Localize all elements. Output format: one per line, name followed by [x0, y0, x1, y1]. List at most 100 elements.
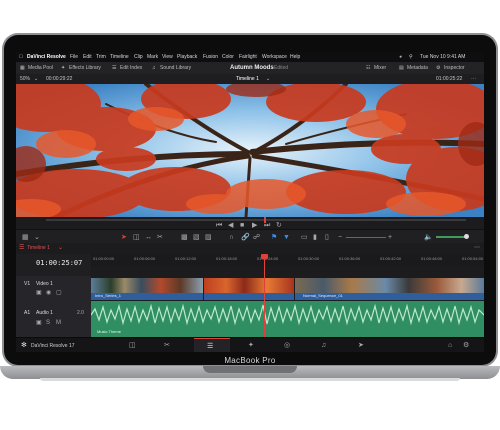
media-pool-button[interactable]: Media Pool — [28, 62, 53, 74]
sound-library-button[interactable]: Sound Library — [160, 62, 191, 74]
lock-icon[interactable]: ▣ — [36, 290, 42, 297]
lock-icon[interactable]: ▣ — [36, 320, 42, 327]
viewer-timeline-name[interactable]: Timeline 1 — [236, 74, 259, 84]
zoom-in-icon[interactable]: + — [388, 234, 392, 241]
blade-tool-icon[interactable]: ✂ — [157, 234, 163, 241]
eye-icon[interactable]: ◉ — [46, 290, 51, 297]
menu-help[interactable]: Help — [290, 52, 300, 62]
zoom-full-icon[interactable]: ▭ — [301, 234, 308, 241]
home-icon[interactable]: ⌂ — [448, 342, 452, 349]
cut-page-icon[interactable]: ✂ — [164, 342, 170, 349]
volume-slider[interactable] — [436, 236, 466, 238]
metadata-button[interactable]: Metadata — [407, 62, 428, 74]
flag-icon[interactable]: ⚑ — [271, 234, 277, 241]
effects-library-icon[interactable]: ✦ — [61, 62, 65, 74]
inspector-button[interactable]: Inspector — [444, 62, 465, 74]
menu-mark[interactable]: Mark — [147, 52, 158, 62]
video-track-name[interactable]: Video 1 — [36, 281, 53, 287]
volume-knob[interactable] — [464, 234, 469, 239]
edit-index-button[interactable]: Edit Index — [120, 62, 142, 74]
fairlight-page-icon[interactable]: ♫ — [321, 342, 326, 349]
metadata-icon[interactable]: ▤ — [399, 62, 404, 74]
solo-icon[interactable]: S — [46, 320, 50, 327]
edit-index-icon[interactable]: ☰ — [112, 62, 116, 74]
skip-forward-icon[interactable]: ⏭ — [264, 222, 270, 229]
stop-icon[interactable]: ■ — [240, 222, 244, 229]
deliver-page-icon[interactable]: ➤ — [358, 342, 364, 349]
zoom-out-icon[interactable]: − — [338, 234, 342, 241]
overwrite-clip-icon[interactable]: ▧ — [193, 234, 200, 241]
position-lock-icon[interactable]: ☍ — [253, 234, 260, 241]
zoom-slider[interactable] — [346, 237, 386, 238]
inspector-icon[interactable]: ⚙ — [436, 62, 440, 74]
zoom-detail-icon[interactable]: ▮ — [313, 234, 317, 241]
timecode-panel: 01:00:25:07 — [16, 254, 91, 276]
menu-timeline[interactable]: Timeline — [110, 52, 129, 62]
mixer-button[interactable]: Mixer — [374, 62, 386, 74]
color-page-icon[interactable]: ◎ — [284, 342, 290, 349]
menu-view[interactable]: View — [162, 52, 173, 62]
dynamic-trim-icon[interactable]: ↔ — [145, 234, 152, 241]
mixer-icon[interactable]: ☷ — [366, 62, 370, 74]
selection-tool-icon[interactable]: ➤ — [121, 234, 127, 241]
sound-library-icon[interactable]: ♫ — [152, 62, 156, 74]
search-icon[interactable]: ⚲ — [409, 52, 413, 62]
trim-tool-icon[interactable]: ◫ — [133, 234, 140, 241]
auto-select-icon[interactable]: ▢ — [56, 290, 62, 297]
project-title: Autumn Moods — [230, 65, 274, 71]
layout-icon[interactable]: ▦ — [22, 234, 29, 241]
media-pool-icon[interactable]: ▦ — [20, 62, 25, 74]
playhead-handle[interactable] — [261, 254, 268, 259]
menubar-clock[interactable]: Tue Nov 10 9:41 AM — [420, 52, 465, 62]
timeline-timecode[interactable]: 01:00:25:07 — [36, 259, 82, 267]
effects-library-button[interactable]: Effects Library — [69, 62, 101, 74]
menu-workspace[interactable]: Workspace — [262, 52, 287, 62]
more-options-icon[interactable]: ⋯ — [474, 245, 480, 252]
menu-fusion[interactable]: Fusion — [203, 52, 218, 62]
audio-clip[interactable]: Music Theme — [91, 301, 484, 337]
snapping-icon[interactable]: ∩ — [229, 234, 234, 241]
video-clip[interactable] — [204, 278, 294, 300]
menu-trim[interactable]: Trim — [96, 52, 106, 62]
menu-file[interactable]: File — [70, 52, 78, 62]
apple-icon[interactable]:  — [19, 52, 23, 62]
play-reverse-icon[interactable]: ◀ — [228, 222, 233, 229]
timeline-list-icon[interactable]: ☰ — [19, 245, 24, 252]
play-icon[interactable]: ▶ — [252, 222, 257, 229]
menu-clip[interactable]: Clip — [134, 52, 143, 62]
video-clip[interactable]: Normal_Sequence_01 — [295, 278, 484, 300]
scrubber-track[interactable] — [46, 219, 466, 221]
marker-icon[interactable]: ▼ — [283, 234, 290, 241]
ruler-tick-label: 01:00:06:00 — [134, 256, 156, 261]
chevron-down-icon[interactable]: ⌄ — [34, 74, 38, 84]
speaker-icon[interactable]: 🔈 — [424, 234, 433, 241]
gear-icon[interactable]: ⚙ — [463, 342, 469, 349]
menu-fairlight[interactable]: Fairlight — [239, 52, 257, 62]
menu-playback[interactable]: Playback — [177, 52, 197, 62]
video-clip[interactable]: Intro_Series_1 — [91, 278, 203, 300]
skip-back-icon[interactable]: ⏮ — [216, 222, 222, 229]
insert-clip-icon[interactable]: ▩ — [181, 234, 188, 241]
timeline-ruler[interactable]: 01:00:00:00 01:00:06:00 01:00:12:00 01:0… — [91, 254, 484, 266]
chevron-down-icon[interactable]: ⌄ — [266, 74, 270, 84]
media-page-icon[interactable]: ◫ — [129, 342, 136, 349]
wifi-icon[interactable]: ◕ — [399, 52, 402, 62]
loop-icon[interactable]: ↻ — [276, 222, 282, 229]
replace-clip-icon[interactable]: ▨ — [205, 234, 212, 241]
chevron-down-icon[interactable]: ⌄ — [34, 234, 40, 241]
chevron-down-icon[interactable]: ⌄ — [58, 245, 63, 252]
menu-app-name[interactable]: DaVinci Resolve — [27, 52, 66, 62]
link-icon[interactable]: 🔗 — [241, 234, 250, 241]
fusion-page-icon[interactable]: ✦ — [248, 342, 254, 349]
viewer-frame[interactable] — [16, 84, 484, 217]
timeline-tab[interactable]: Timeline 1 — [27, 243, 50, 254]
zoom-custom-icon[interactable]: ▯ — [325, 234, 329, 241]
menu-color[interactable]: Color — [222, 52, 234, 62]
audio-track-name[interactable]: Audio 1 — [36, 310, 53, 316]
edit-page-tab[interactable]: ☰ — [194, 338, 230, 352]
menu-edit[interactable]: Edit — [83, 52, 92, 62]
timeline-playhead[interactable] — [264, 254, 265, 337]
more-options-icon[interactable]: ⋯ — [471, 74, 476, 84]
viewer-zoom[interactable]: 50% — [20, 74, 30, 84]
mute-icon[interactable]: M — [56, 320, 61, 327]
